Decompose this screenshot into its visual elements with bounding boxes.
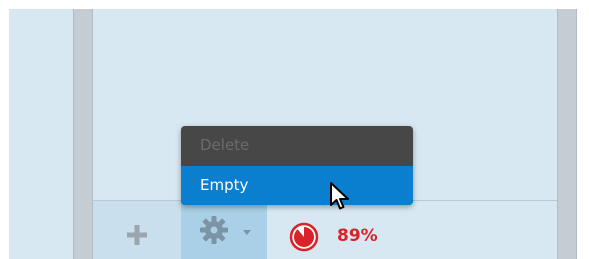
caret-down-icon: [243, 230, 251, 235]
left-pane: [9, 9, 73, 259]
context-menu: Delete Empty: [181, 126, 413, 205]
plus-icon: [127, 225, 147, 245]
bottom-toolbar: 89%: [93, 201, 557, 259]
gear-icon: [200, 216, 228, 244]
quota-pie-fill: [294, 227, 314, 247]
quota-percent-label: 89%: [337, 226, 378, 246]
right-splitter[interactable]: [557, 9, 577, 259]
add-button[interactable]: [93, 201, 181, 259]
right-edge: [577, 9, 589, 259]
left-splitter[interactable]: [73, 9, 93, 259]
menu-item-delete: Delete: [200, 136, 250, 154]
menu-item-empty[interactable]: Empty: [181, 166, 413, 205]
pie-chart-icon: [289, 222, 319, 252]
settings-button[interactable]: [181, 201, 267, 259]
